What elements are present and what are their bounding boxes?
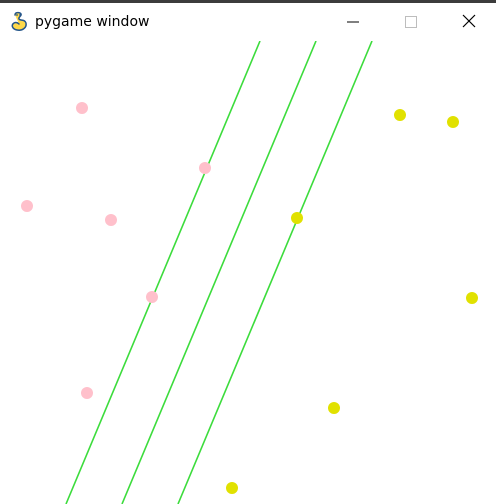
pink-point — [105, 214, 117, 226]
yellow-point — [466, 292, 478, 304]
minimize-button[interactable] — [330, 3, 376, 41]
close-button[interactable] — [446, 3, 492, 41]
yellow-point — [447, 116, 459, 128]
canvas-background — [0, 41, 496, 504]
pygame-snake-icon — [10, 11, 30, 33]
pygame-window: pygame window — [0, 0, 496, 504]
pink-point — [146, 291, 158, 303]
pink-point — [21, 200, 33, 212]
scatter-plot-canvas — [0, 41, 496, 504]
yellow-point — [226, 482, 238, 494]
minimize-icon — [347, 13, 359, 32]
pink-point — [76, 102, 88, 114]
pink-point — [81, 387, 93, 399]
maximize-button[interactable] — [388, 3, 434, 41]
yellow-point — [328, 402, 340, 414]
yellow-point — [291, 212, 303, 224]
maximize-icon — [405, 13, 417, 32]
window-title: pygame window — [35, 14, 150, 30]
close-icon — [462, 13, 476, 32]
pink-point — [199, 162, 211, 174]
pygame-canvas[interactable] — [0, 41, 496, 504]
yellow-point — [394, 109, 406, 121]
title-bar[interactable]: pygame window — [0, 3, 496, 41]
